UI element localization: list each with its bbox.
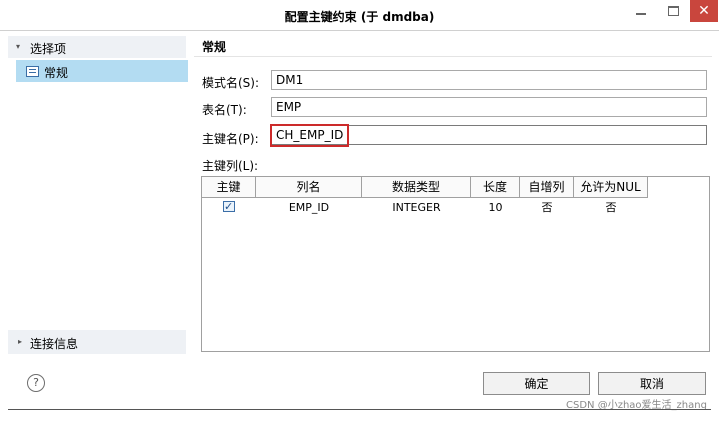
maximize-button[interactable] (658, 0, 688, 22)
list-icon (26, 66, 39, 77)
bottom-border (8, 409, 711, 410)
nullable-cell[interactable]: 否 (574, 198, 648, 218)
column-header-primary-key[interactable]: 主键 (202, 177, 256, 198)
auto-increment-cell[interactable]: 否 (520, 198, 574, 218)
sidebar-item-general[interactable]: 常规 (16, 60, 188, 82)
column-header-data-type[interactable]: 数据类型 (362, 177, 471, 198)
data-type-cell[interactable]: INTEGER (362, 198, 471, 218)
schema-name-label: 模式名(S): (202, 76, 260, 90)
divider (194, 56, 712, 57)
title-bar: 配置主键约束 (于 dmdba) ✕ (0, 0, 719, 31)
sidebar: ▾ 选择项 常规 ▸ 连接信息 (8, 36, 188, 354)
length-cell[interactable]: 10 (471, 198, 520, 218)
sidebar-section-connection[interactable]: ▸ 连接信息 (8, 330, 186, 354)
sidebar-section-options[interactable]: ▾ 选择项 (8, 36, 186, 58)
schema-name-field[interactable] (271, 70, 707, 90)
window-title: 配置主键约束 (于 dmdba) (284, 10, 435, 24)
sidebar-section-label: 连接信息 (30, 337, 79, 351)
table-name-field[interactable] (271, 97, 707, 117)
ok-button[interactable]: 确定 (483, 372, 590, 395)
column-header-nullable[interactable]: 允许为NUL (574, 177, 648, 198)
primary-key-cell[interactable] (202, 197, 256, 218)
key-columns-label: 主键列(L): (202, 159, 259, 173)
table-row[interactable]: EMP_ID INTEGER 10 否 否 (202, 197, 648, 218)
sidebar-section-label: 选择项 (30, 42, 67, 56)
section-title: 常规 (202, 40, 227, 54)
column-header-auto-increment[interactable]: 自增列 (520, 177, 574, 198)
cancel-button[interactable]: 取消 (598, 372, 706, 395)
primary-key-checkbox[interactable] (223, 197, 235, 217)
chevron-down-icon: ▾ (16, 42, 21, 51)
column-header-column-name[interactable]: 列名 (256, 177, 362, 198)
column-name-cell[interactable]: EMP_ID (256, 198, 362, 218)
chevron-right-icon: ▸ (18, 337, 23, 346)
maximize-icon (667, 6, 679, 16)
close-icon: ✕ (698, 3, 710, 19)
table-name-label: 表名(T): (202, 103, 247, 117)
help-icon[interactable]: ? (27, 374, 45, 392)
minimize-icon (636, 13, 646, 15)
sidebar-item-label: 常规 (44, 66, 69, 80)
primary-key-name-label: 主键名(P): (202, 132, 259, 146)
column-header-length[interactable]: 长度 (471, 177, 520, 198)
minimize-button[interactable] (626, 0, 656, 22)
key-columns-table[interactable]: 主键 列名 数据类型 长度 自增列 允许为NUL EMP_ID INTEGER … (201, 176, 710, 352)
table-header: 主键 列名 数据类型 长度 自增列 允许为NUL (202, 177, 648, 198)
primary-key-name-field[interactable] (271, 125, 707, 145)
close-button[interactable]: ✕ (690, 0, 718, 22)
